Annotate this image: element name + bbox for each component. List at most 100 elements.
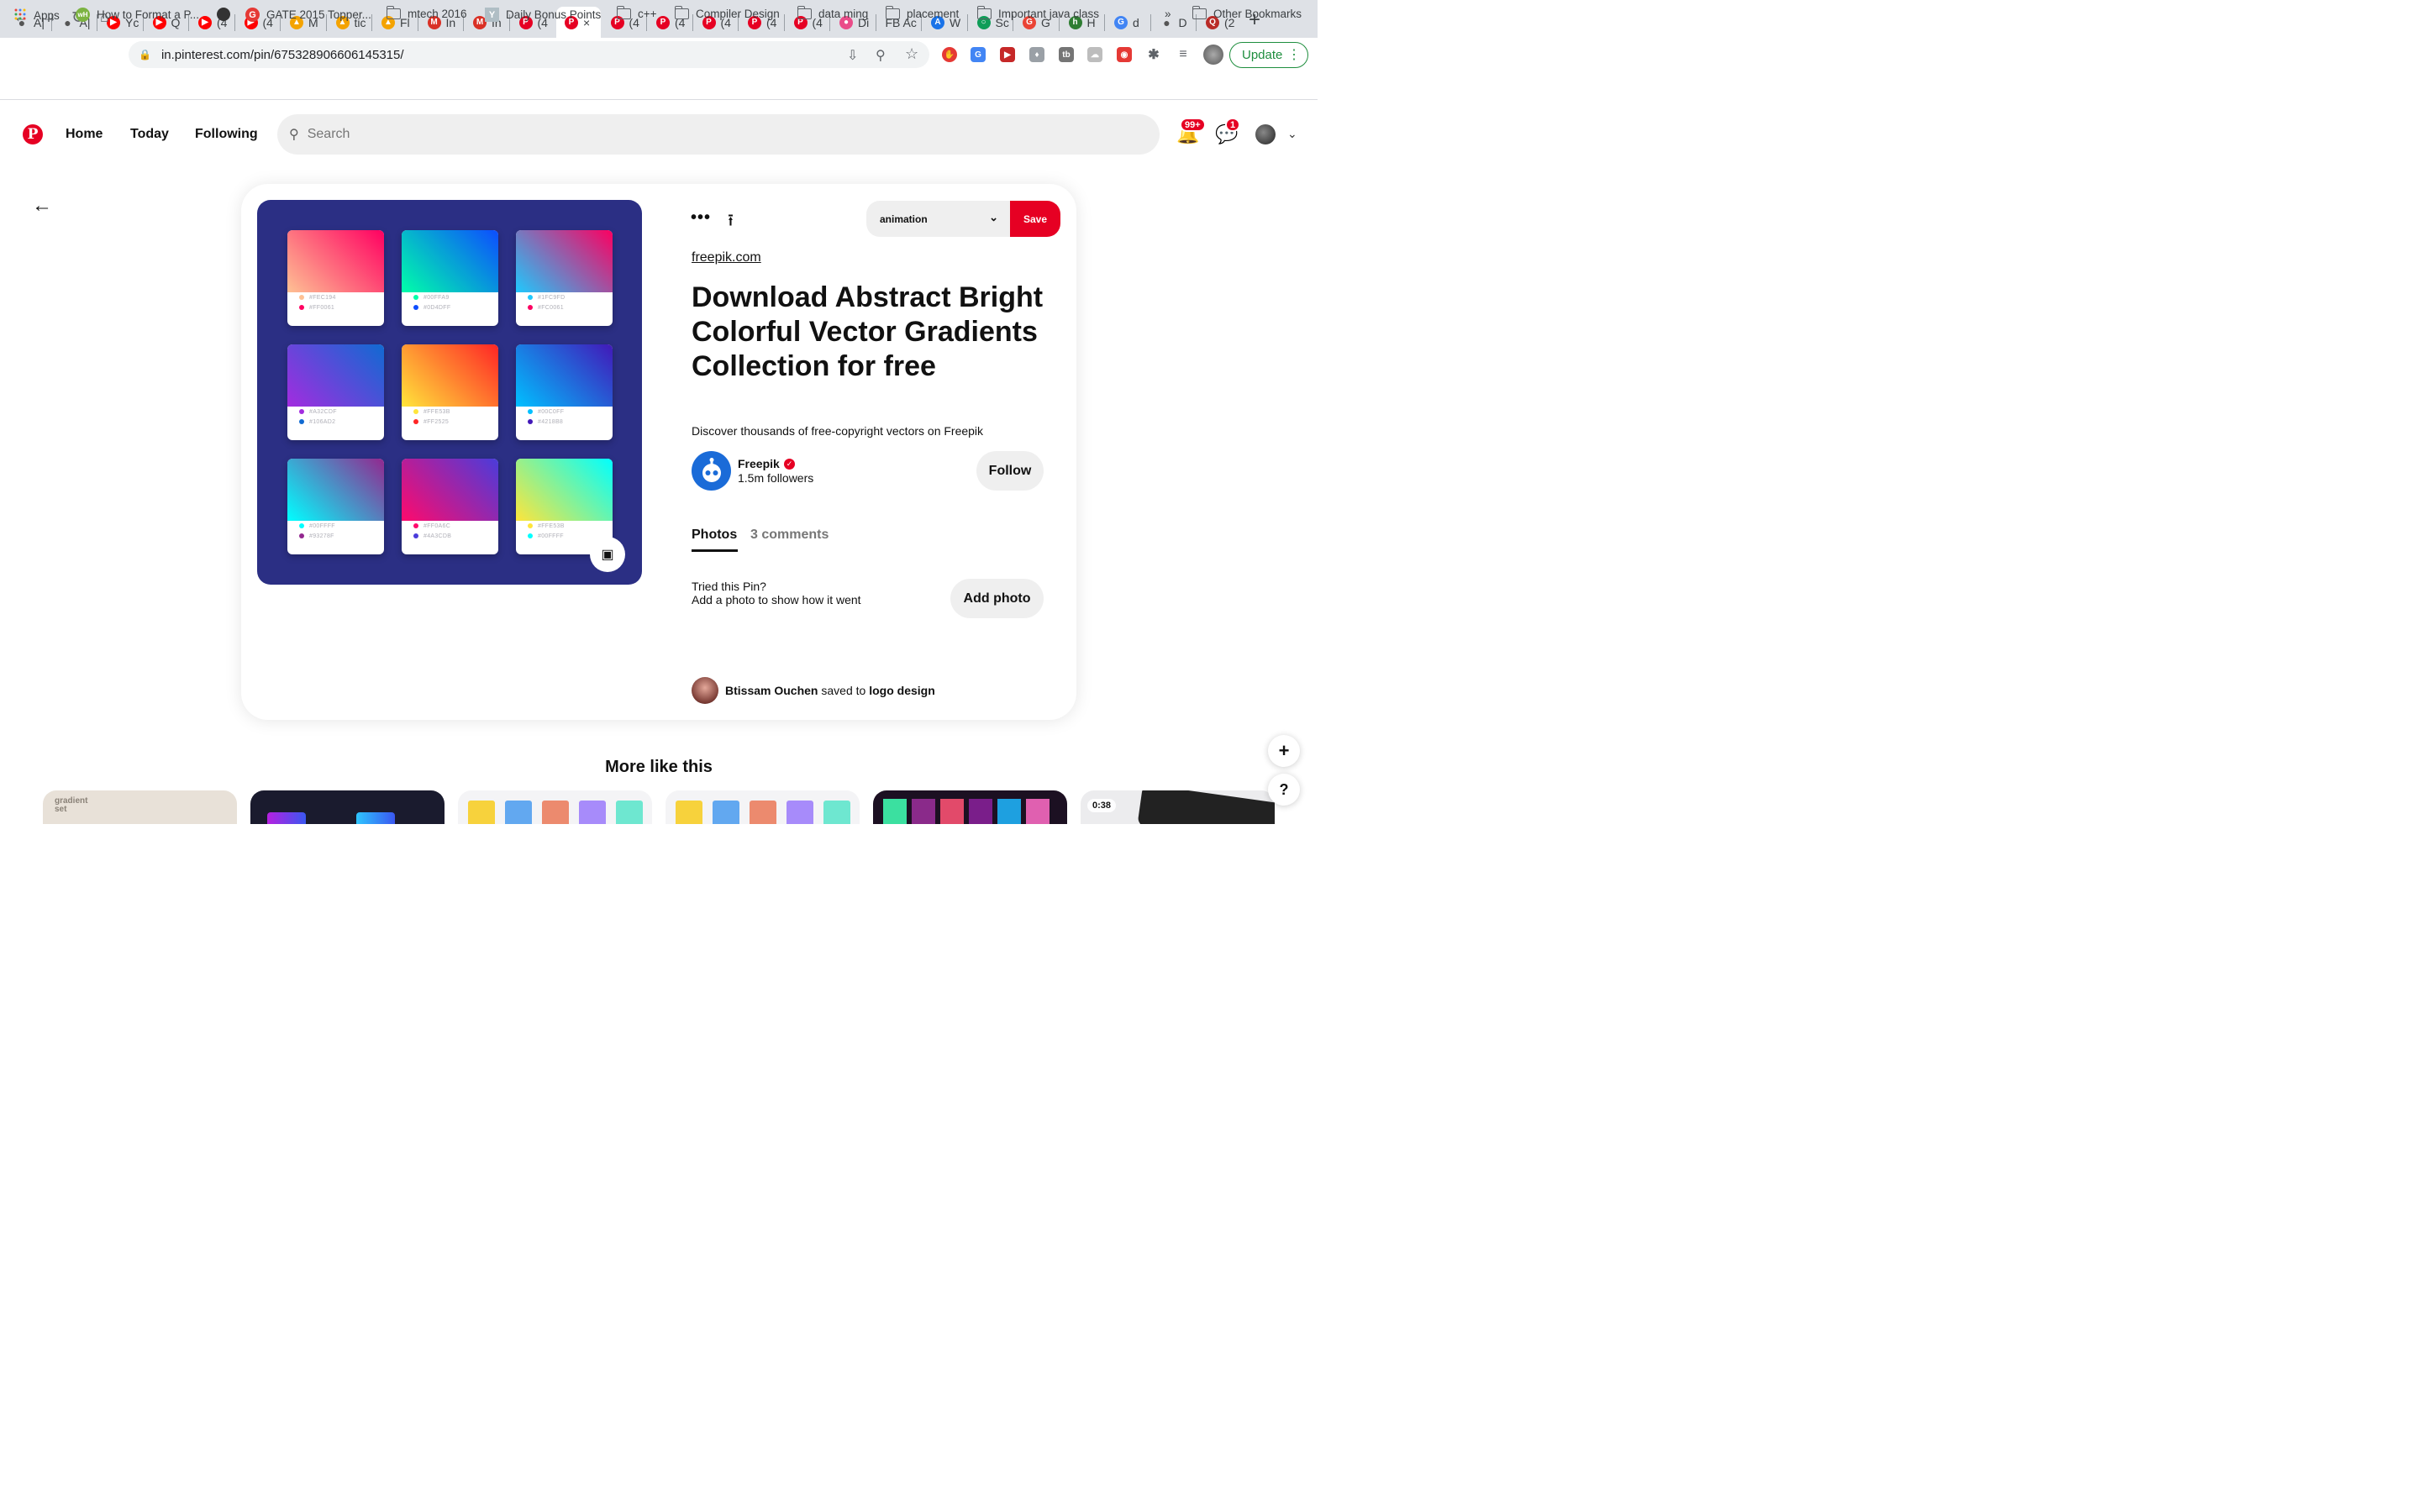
translate-extension-icon[interactable]: G [971,47,986,62]
extensions-puzzle-icon[interactable]: ✱ [1146,47,1161,62]
swatch-color-row: #FC0061 [528,302,613,312]
color-dot [299,523,304,528]
more-like-this-heading: More like this [605,758,713,776]
search-input[interactable]: ⚲ Search [277,114,1160,155]
add-photo-button[interactable]: Add photo [950,579,1044,618]
related-pin-thumbnail[interactable] [666,790,860,824]
zoom-icon[interactable]: ⚲ [876,47,886,64]
related-pin-thumbnail[interactable]: gradient set [43,790,237,824]
cloud-extension-icon[interactable]: ☁ [1087,47,1102,62]
verified-check-icon: ✓ [784,459,795,470]
tag-extension-icon[interactable]: ♦ [1029,47,1044,62]
nav-home[interactable]: Home [66,127,103,142]
media-extension-icon[interactable]: ▶ [1000,47,1015,62]
pinterest-logo-icon[interactable]: P [23,124,43,144]
saver-avatar[interactable] [692,677,718,704]
tab-separator [1150,14,1151,31]
bookmark-item[interactable]: data ming [797,6,868,20]
swatch-color-row: #00FFFF [299,521,384,531]
source-link[interactable]: freepik.com [692,250,761,265]
tab-comments[interactable]: 3 comments [750,528,829,543]
url-text: in.pinterest.com/pin/675328906606145315/ [160,47,404,62]
menu-dots-icon[interactable]: ⋮ [1287,46,1301,63]
tab-photos[interactable]: Photos [692,528,737,543]
color-dot [528,409,533,414]
gradient-preview [402,344,498,407]
swatch-color-row: #00FFA9 [413,292,498,302]
thumb-color-bar [969,799,992,824]
saved-board-link[interactable]: logo design [869,684,935,697]
bookmark-item[interactable]: placement [885,6,959,20]
chevron-down-icon[interactable]: ⌄ [1287,127,1297,141]
related-pin-thumbnail[interactable] [250,790,445,824]
profile-avatar-icon[interactable] [1203,45,1223,65]
adblock-extension-icon[interactable]: ✋ [942,47,957,62]
reading-list-icon[interactable]: ≡ [1176,47,1191,62]
youtube-icon: ▶ [198,15,212,29]
related-pin-thumbnail[interactable] [458,790,652,824]
other-bookmarks[interactable]: Other Bookmarks [1192,6,1302,20]
follow-button[interactable]: Follow [976,451,1044,491]
thumb-gradient-block [267,812,306,824]
bookmark-item[interactable]: Apps [13,8,60,24]
bookmark-item[interactable]: Compiler Design [674,6,780,20]
nav-following[interactable]: Following [195,127,258,142]
bookmark-item[interactable]: wH How to Format a P... [76,8,199,22]
eye-extension-icon[interactable]: ◉ [1117,47,1132,62]
creator-avatar[interactable] [692,451,731,491]
hex-code: #A32CDF [309,408,337,415]
hex-code: #00FFFF [309,522,335,529]
search-icon: ⚲ [289,128,299,142]
save-button[interactable]: Save [1010,201,1060,237]
bookmarks-overflow-button[interactable]: » [1165,8,1171,20]
related-pin-thumbnail[interactable]: 0:38 [1081,790,1275,824]
messages-badge: 1 [1225,118,1241,132]
more-options-icon[interactable]: ••• [691,208,711,228]
bookmark-star-icon[interactable]: ☆ [905,45,918,63]
saved-by-line: Btissam Ouchen saved to logo design [725,684,935,697]
visual-search-lens-icon[interactable]: ▣ [590,537,625,572]
bookmark-label: Apps [34,9,60,22]
color-dot [413,295,418,300]
board-select[interactable]: animation ⌄ [866,201,1010,237]
hex-code: #0D4DFF [424,304,451,311]
create-plus-button[interactable]: + [1268,735,1300,767]
hex-code: #93278F [309,533,334,539]
color-dot [528,419,533,424]
help-button[interactable]: ? [1268,774,1300,806]
share-icon[interactable]: ⭱ [728,208,734,237]
swatch-color-row: #FFE53B [413,407,498,417]
related-pin-thumbnail[interactable] [873,790,1067,824]
gradient-swatch-card: #A32CDF #106AD2 [287,344,384,440]
hex-code: #1FC9FD [538,294,566,301]
freepik-logo-icon [702,457,721,482]
tb-extension-icon[interactable]: tb [1059,47,1074,62]
bookmark-label: How to Format a P... [97,8,200,21]
bookmark-item[interactable]: Important java class [976,6,1099,20]
bookmark-item[interactable]: c++ [616,6,657,20]
nav-today[interactable]: Today [130,127,169,142]
pin-image[interactable]: #FEC194 #FF0061 #00FFA9 #0D4DFF #1FC9FD #FC00… [257,200,642,585]
account-avatar[interactable] [1255,124,1276,144]
browser-tab[interactable]: Gd [1106,7,1150,38]
board-select-value: animation [880,213,928,225]
back-arrow-icon[interactable]: ← [32,194,52,218]
creator-name[interactable]: Freepik [738,457,780,470]
saver-name[interactable]: Btissam Ouchen [725,684,818,697]
address-bar[interactable]: 🔒 in.pinterest.com/pin/67532890660614531… [129,41,929,68]
browser-tab[interactable]: ● D [1152,7,1197,38]
bookmark-item[interactable]: Y Daily Bonus Points [485,8,601,22]
creator-followers: 1.5m followers [738,471,814,485]
swatch-color-row: #FEC194 [299,292,384,302]
install-icon[interactable]: ⇩ [847,47,858,64]
bookmark-item[interactable]: mtech 2016 [386,6,467,20]
bookmark-item[interactable] [217,8,230,21]
thumb-color-square [468,801,495,824]
thumb-color-square [713,801,739,824]
gradient-preview [287,344,384,407]
hex-code: #00FFA9 [424,294,450,301]
update-button[interactable]: Update ⋮ [1229,42,1308,68]
bookmark-item[interactable]: G GATE 2015 Topper... [245,8,371,22]
browser-tab-label: D [1178,15,1187,29]
bookmark-label: Daily Bonus Points [506,8,602,21]
